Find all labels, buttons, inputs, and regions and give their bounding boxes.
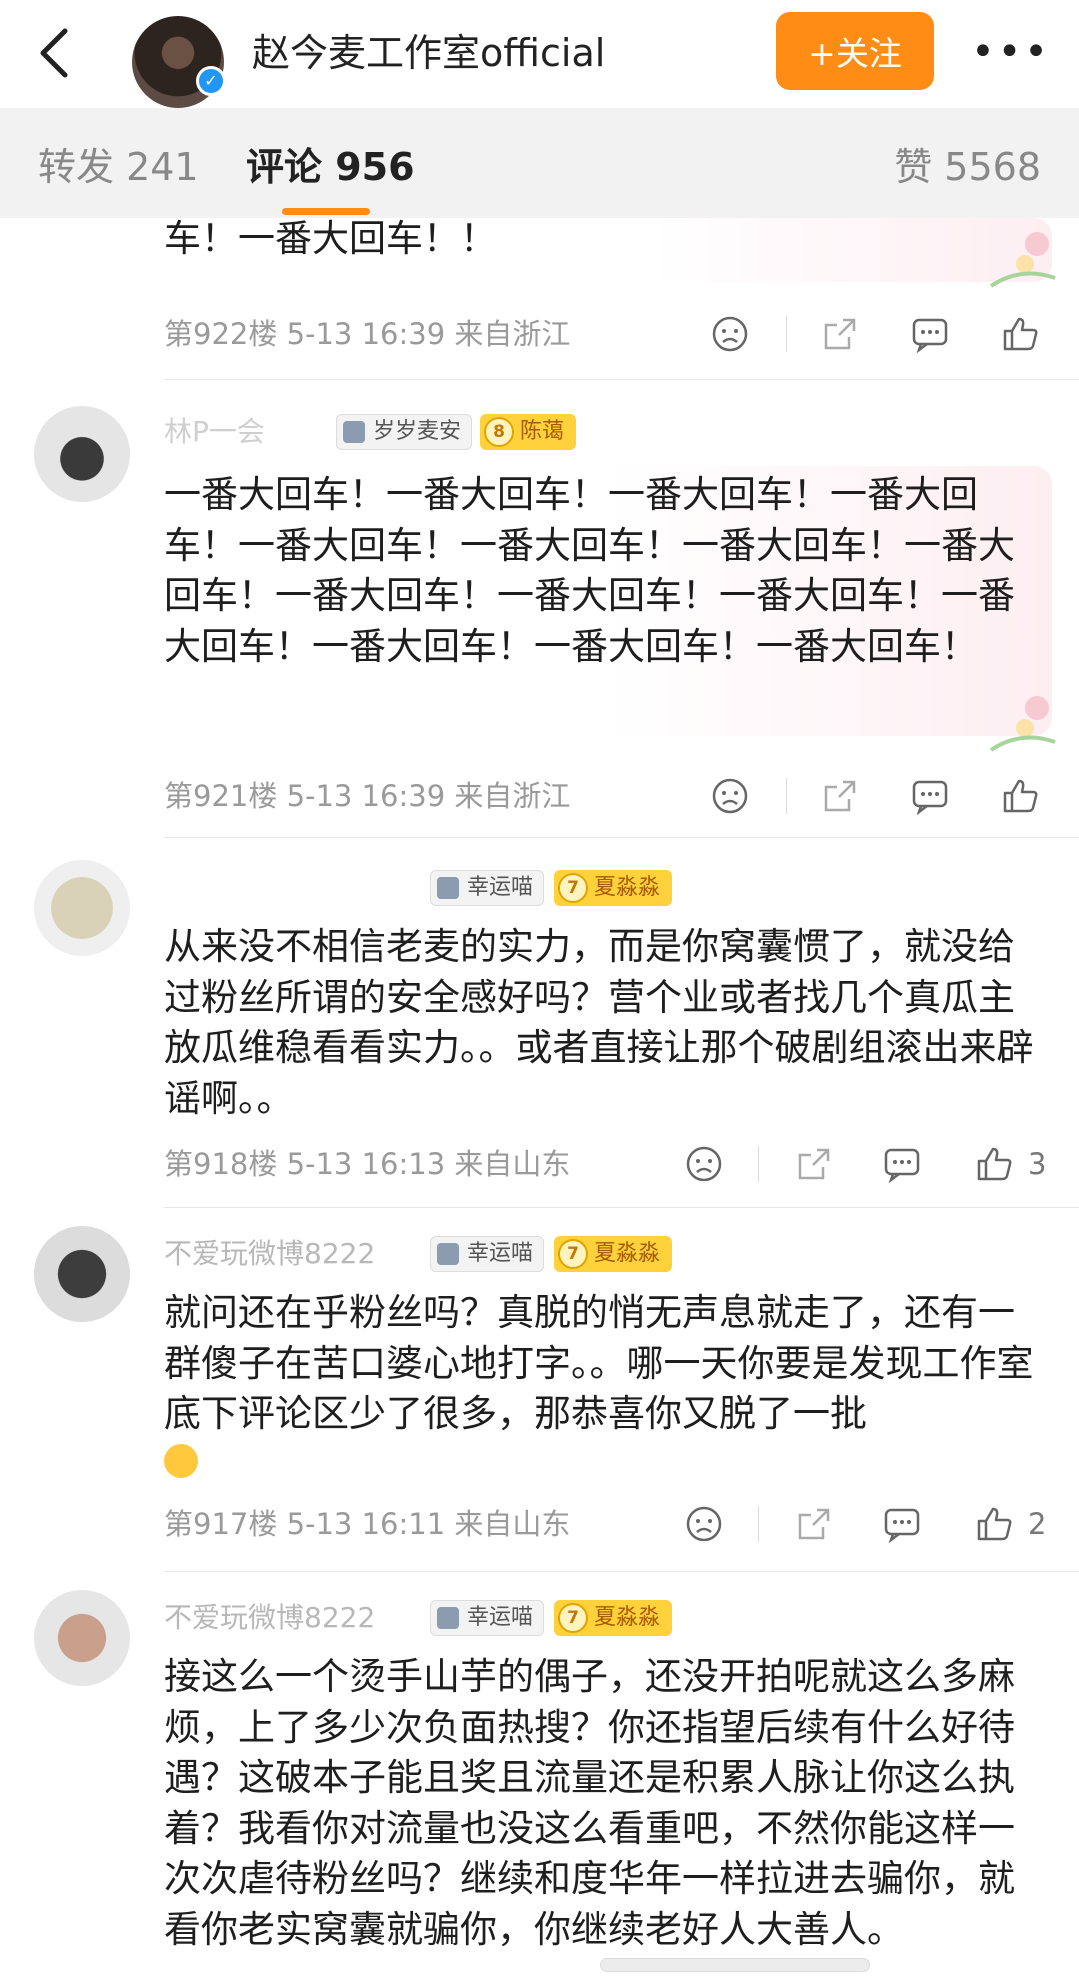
tab-repost[interactable]: 转发 241: [38, 142, 199, 192]
comment-username[interactable]: 林P一会: [164, 414, 265, 450]
fan-badge[interactable]: 岁岁麦安: [336, 414, 473, 450]
dislike-button[interactable]: [682, 1142, 726, 1186]
share-button[interactable]: [792, 1142, 836, 1186]
divider: [786, 316, 787, 352]
comment-icon: [884, 1148, 920, 1183]
dislike-face-icon: [712, 778, 748, 814]
level-badge[interactable]: 7 夏淼淼: [554, 1600, 673, 1636]
dislike-face-icon: [712, 316, 748, 352]
comment-icon: [912, 318, 948, 353]
badge-icon: [343, 421, 365, 443]
dislike-button[interactable]: [708, 774, 752, 818]
share-icon: [824, 318, 856, 350]
user-avatar[interactable]: [34, 860, 130, 956]
user-avatar[interactable]: [34, 406, 130, 502]
divider: [758, 1146, 759, 1182]
tab-bar: 转发 241 评论 956 赞 5568: [0, 108, 1079, 218]
fan-badge-label: 幸运喵: [467, 1241, 534, 1266]
badge-icon: [437, 877, 459, 899]
like-thumb-icon: [977, 1507, 1012, 1541]
fan-badge[interactable]: 幸运喵: [430, 870, 545, 906]
level-badge[interactable]: 7 夏淼淼: [554, 1236, 673, 1272]
comment-text: 车！一番大回车！！: [164, 217, 497, 260]
like-thumb-icon: [1003, 317, 1038, 351]
dislike-face-icon: [686, 1506, 722, 1542]
dislike-button[interactable]: [682, 1502, 726, 1546]
comment-item: 不爱玩微博8222 幸运喵 7 夏淼淼 就问还在乎粉丝吗？真脱的悄无声息就走了，…: [0, 1208, 1079, 1572]
more-options-button[interactable]: •••: [971, 22, 1048, 82]
fan-badge[interactable]: 幸运喵: [430, 1600, 545, 1636]
level-number: 8: [484, 417, 514, 447]
share-icon: [798, 1508, 830, 1540]
tab-comment[interactable]: 评论 956: [246, 142, 415, 192]
reply-button[interactable]: [908, 312, 952, 356]
like-thumb-icon: [977, 1147, 1012, 1181]
comment-username[interactable]: 不爱玩微博8222: [164, 1600, 375, 1636]
fan-badge-label: 幸运喵: [467, 1605, 534, 1630]
like-button[interactable]: [972, 1142, 1016, 1186]
account-name[interactable]: 赵今麦工作室official: [252, 28, 605, 78]
comment-item: 林P一会 岁岁麦安 8 陈蔼 一番大回车！一番大回车！一番大回车！一番大回车！一…: [0, 380, 1079, 838]
top-bar: ✓ 赵今麦工作室official +关注 •••: [0, 0, 1079, 108]
user-avatar[interactable]: [34, 1590, 130, 1686]
fan-badge-label: 幸运喵: [467, 875, 534, 900]
level-badge[interactable]: 8 陈蔼: [480, 414, 577, 450]
level-badge-label: 夏淼淼: [594, 875, 661, 900]
fan-badge[interactable]: 幸运喵: [430, 1236, 545, 1272]
flower-decoration-icon: [989, 696, 1056, 752]
back-button[interactable]: [28, 20, 78, 86]
like-button[interactable]: [972, 1502, 1016, 1546]
comment-meta: 第918楼 5-13 16:13 来自山东: [164, 1147, 571, 1181]
badge-icon: [437, 1243, 459, 1265]
level-badge-label: 陈蔼: [520, 419, 565, 444]
home-indicator[interactable]: [600, 1958, 870, 1972]
like-button[interactable]: [998, 774, 1042, 818]
divider: [786, 778, 787, 814]
share-icon: [798, 1148, 830, 1180]
comment-text: 从来没不相信老麦的实力，而是你窝囊惯了，就没给过粉丝所谓的安全感好吗？营个业或者…: [164, 925, 1034, 1120]
like-button[interactable]: [998, 312, 1042, 356]
comment-item: 车！一番大回车！！ 第922楼 5-13 16:39 来自浙江: [0, 217, 1079, 380]
back-arrow-icon: [40, 28, 68, 78]
reply-button[interactable]: [908, 774, 952, 818]
tab-like[interactable]: 赞 5568: [894, 142, 1041, 192]
comment-text: 一番大回车！一番大回车！一番大回车！一番大回车！一番大回车！一番大回车！一番大回…: [164, 473, 1015, 668]
comment-text: 就问还在乎粉丝吗？真脱的悄无声息就走了，还有一群傻子在苦口婆心地打字。。哪一天你…: [164, 1291, 1034, 1435]
level-badge[interactable]: 7 夏淼淼: [554, 870, 673, 906]
emoji-icon: [164, 1444, 198, 1478]
like-thumb-icon: [1003, 779, 1038, 813]
follow-button[interactable]: +关注: [776, 12, 934, 90]
like-count: 2: [1028, 1507, 1047, 1541]
level-badge-label: 夏淼淼: [594, 1241, 661, 1266]
comment-icon: [884, 1508, 920, 1543]
level-number: 7: [558, 873, 588, 903]
dislike-button[interactable]: [708, 312, 752, 356]
comment-item: 幸运喵 7 夏淼淼 从来没不相信老麦的实力，而是你窝囊惯了，就没给过粉丝所谓的安…: [0, 838, 1079, 1208]
user-avatar[interactable]: [34, 1226, 130, 1322]
comment-meta: 第917楼 5-13 16:11 来自山东: [164, 1507, 571, 1541]
share-icon: [824, 780, 856, 812]
reply-button[interactable]: [880, 1502, 924, 1546]
comment-meta: 第921楼 5-13 16:39 来自浙江: [164, 779, 571, 813]
comment-meta: 第922楼 5-13 16:39 来自浙江: [164, 317, 571, 351]
comment-item: 不爱玩微博8222 幸运喵 7 夏淼淼 接这么一个烫手山芋的偶子，还没开拍呢就这…: [0, 1572, 1079, 1986]
dislike-face-icon: [686, 1146, 722, 1182]
level-badge-label: 夏淼淼: [594, 1605, 661, 1630]
comment-text: 接这么一个烫手山芋的偶子，还没开拍呢就这么多麻烦，上了多少次负面热搜？你还指望后…: [164, 1655, 1015, 1951]
fan-badge-label: 岁岁麦安: [373, 419, 462, 444]
badge-icon: [437, 1607, 459, 1629]
share-button[interactable]: [818, 312, 862, 356]
reply-button[interactable]: [880, 1142, 924, 1186]
share-button[interactable]: [818, 774, 862, 818]
level-number: 7: [558, 1603, 588, 1633]
share-button[interactable]: [792, 1502, 836, 1546]
like-count: 3: [1028, 1147, 1047, 1181]
level-number: 7: [558, 1239, 588, 1269]
divider: [758, 1506, 759, 1542]
comment-username[interactable]: 不爱玩微博8222: [164, 1236, 375, 1272]
comment-icon: [912, 780, 948, 815]
verified-icon: ✓: [196, 66, 226, 96]
